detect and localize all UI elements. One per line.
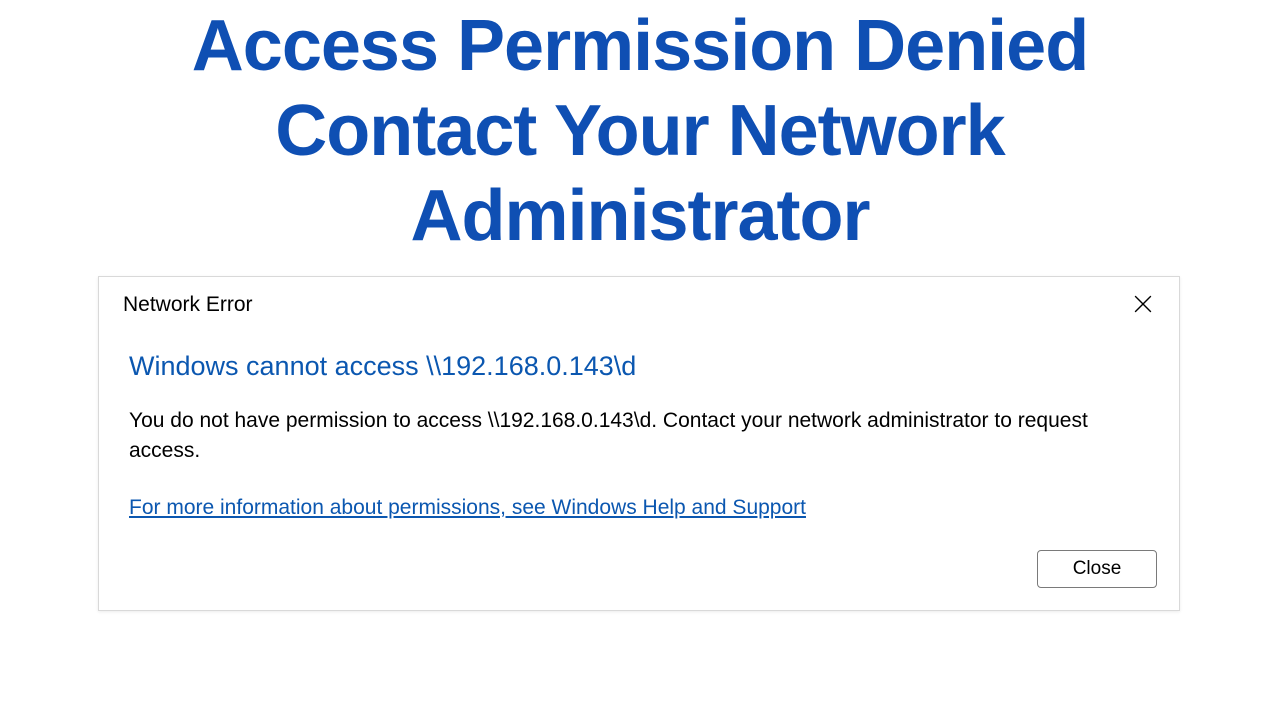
dialog-title: Network Error — [123, 293, 253, 317]
titlebar-close-button[interactable] — [1121, 287, 1165, 323]
dialog-titlebar: Network Error — [99, 277, 1179, 329]
dialog-footer: Close — [99, 538, 1179, 610]
banner-line1: Access Permission Denied — [0, 4, 1280, 89]
close-icon — [1134, 295, 1152, 316]
dialog-heading: Windows cannot access \\192.168.0.143\d — [129, 351, 1149, 382]
banner-title: Access Permission Denied Contact Your Ne… — [0, 0, 1280, 259]
close-button[interactable]: Close — [1037, 550, 1157, 588]
banner-line2: Contact Your Network — [0, 89, 1280, 174]
network-error-dialog: Network Error Windows cannot access \\19… — [98, 276, 1180, 611]
dialog-body: Windows cannot access \\192.168.0.143\d … — [99, 329, 1179, 538]
banner-line3: Administrator — [0, 174, 1280, 259]
help-link[interactable]: For more information about permissions, … — [129, 496, 806, 520]
dialog-message: You do not have permission to access \\1… — [129, 406, 1149, 466]
